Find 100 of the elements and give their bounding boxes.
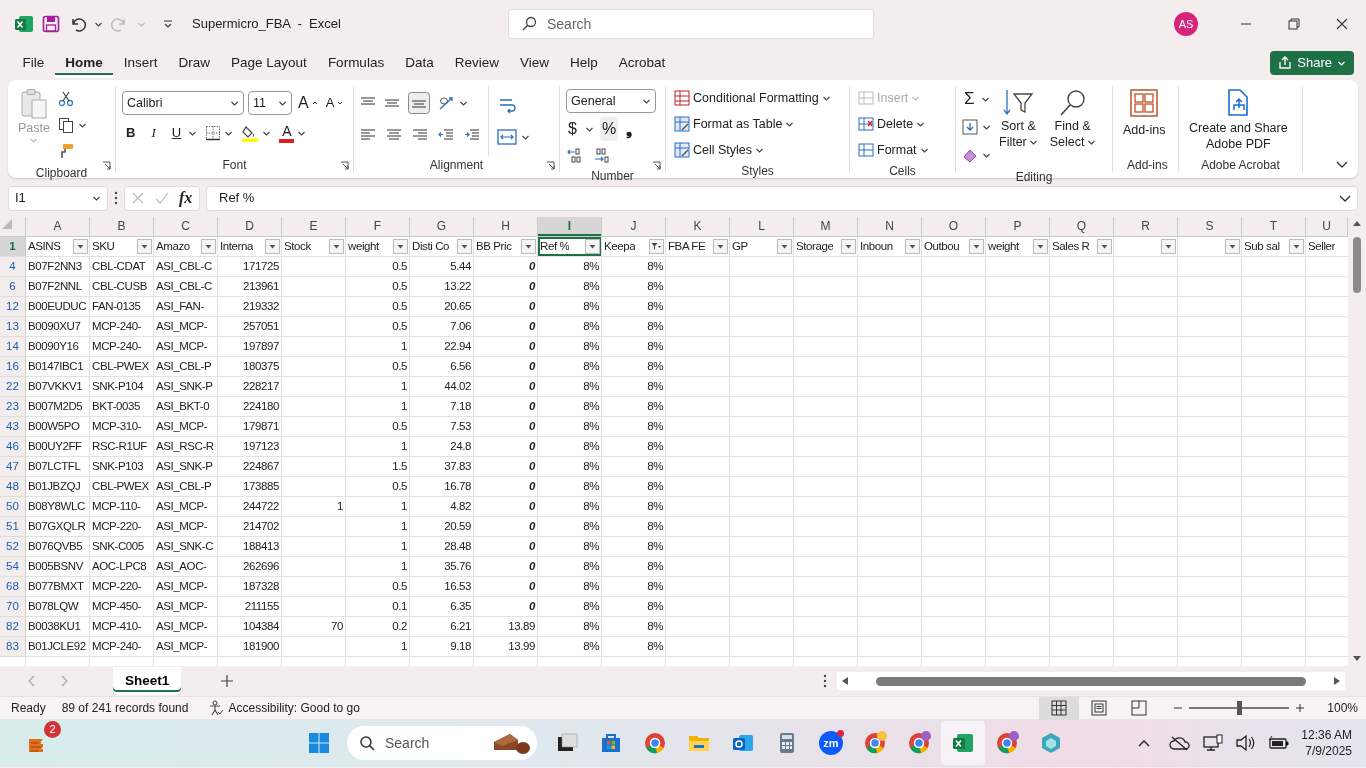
filter-button[interactable] (521, 239, 536, 254)
column-header[interactable]: F (346, 217, 410, 237)
create-pdf-button[interactable]: Create and Share Adobe PDF (1185, 86, 1292, 156)
insert-function-button[interactable]: fx (179, 186, 193, 210)
zoom-in-icon[interactable] (1295, 703, 1306, 713)
taskbar-search[interactable]: Search (347, 726, 537, 760)
status-text[interactable]: Accessibility: Good to go (228, 699, 360, 717)
scroll-left-icon[interactable] (841, 676, 850, 686)
clock[interactable]: 12:36 AM 7/9/2025 (1301, 727, 1366, 759)
filter-button[interactable] (649, 239, 664, 254)
font-size-dropdown[interactable]: 11 (248, 91, 292, 115)
dialog-launcher-icon[interactable] (102, 161, 111, 170)
formula-input[interactable]: Ref % (206, 185, 1358, 211)
sort-filter-button[interactable]: Sort & Filter (995, 86, 1042, 168)
bold-button[interactable]: B (122, 121, 140, 145)
filter-button[interactable] (265, 239, 280, 254)
column-header[interactable]: S (1178, 217, 1242, 237)
ribbon-tab[interactable]: Insert (113, 48, 169, 78)
autosum-button[interactable]: Σ (962, 87, 977, 111)
filter-button[interactable] (1097, 239, 1112, 254)
browser-icon[interactable] (995, 731, 1019, 755)
styles-menu-button[interactable]: Format as Table (672, 112, 797, 136)
filter-button[interactable] (1289, 239, 1304, 254)
column-header[interactable]: O (922, 217, 986, 237)
ribbon-tab[interactable]: Data (394, 48, 445, 78)
font-name-dropdown[interactable]: Calibri (122, 91, 244, 115)
fill-color-icon[interactable] (241, 124, 260, 142)
column-header[interactable]: G (410, 217, 474, 237)
decrease-decimal-icon[interactable] (594, 147, 612, 165)
orientation-icon[interactable] (438, 95, 456, 111)
more-options-icon[interactable] (823, 674, 828, 688)
column-header[interactable]: T (1242, 217, 1306, 237)
percent-button[interactable]: % (599, 117, 619, 141)
filter-button[interactable] (1161, 239, 1176, 254)
network-icon[interactable] (1203, 734, 1224, 752)
battery-icon[interactable] (1267, 735, 1290, 751)
save-icon[interactable] (42, 15, 60, 33)
zoom-slider-thumb[interactable] (1237, 701, 1243, 715)
browser-icon[interactable] (863, 731, 887, 755)
dialog-launcher-icon[interactable] (652, 161, 661, 170)
sheet-tab[interactable]: Sheet1 (113, 667, 182, 695)
start-icon[interactable] (308, 732, 330, 754)
font-color-button[interactable]: A (279, 123, 295, 143)
accessibility-icon[interactable] (208, 700, 225, 716)
filter-button[interactable] (905, 239, 920, 254)
column-header[interactable]: E (282, 217, 346, 237)
scrollbar-thumb[interactable] (876, 676, 1307, 686)
spreadsheet-icon[interactable] (951, 731, 975, 755)
grow-font-button[interactable]: A (296, 91, 320, 115)
name-box[interactable]: I1 (8, 185, 108, 211)
number-format-dropdown[interactable]: General (566, 89, 656, 113)
ribbon-tab[interactable]: Formulas (317, 48, 395, 78)
filter-button[interactable] (1225, 239, 1240, 254)
user-avatar[interactable]: AS (1174, 12, 1198, 36)
filter-button[interactable] (969, 239, 984, 254)
scroll-up-icon[interactable] (1352, 219, 1362, 227)
column-header[interactable]: C (154, 217, 218, 237)
dialog-launcher-icon[interactable] (546, 161, 555, 170)
column-header[interactable]: M (794, 217, 858, 237)
search-field[interactable]: Search (508, 9, 874, 39)
close-icon[interactable] (1336, 18, 1348, 30)
browser-icon[interactable] (907, 731, 931, 755)
filter-button[interactable] (329, 239, 344, 254)
filter-button[interactable] (457, 239, 472, 254)
filter-button[interactable] (585, 239, 600, 254)
column-header[interactable]: P (986, 217, 1050, 237)
fill-down-icon[interactable] (962, 119, 978, 135)
ribbon-tab[interactable]: Help (559, 48, 609, 78)
italic-button[interactable]: I (147, 121, 160, 145)
scrollbar-thumb[interactable] (1353, 237, 1361, 293)
restore-icon[interactable] (1288, 18, 1300, 30)
align-left-icon[interactable] (360, 127, 376, 143)
add-ins-button[interactable]: Add-ins (1119, 86, 1170, 156)
view-button[interactable] (1039, 696, 1080, 720)
filter-button[interactable] (841, 239, 856, 254)
shrink-font-button[interactable]: A (323, 91, 346, 115)
currency-button[interactable]: $ (566, 117, 579, 141)
scroll-right-icon[interactable] (1333, 676, 1342, 686)
align-bottom-icon[interactable] (408, 92, 430, 114)
ribbon-tab[interactable]: File (12, 48, 55, 78)
cloud-offline-icon[interactable] (1169, 735, 1192, 751)
styles-menu-button[interactable]: Conditional Formatting (672, 86, 833, 110)
underline-button[interactable]: U (167, 121, 186, 145)
find-select-button[interactable]: Find & Select (1045, 86, 1100, 168)
column-header[interactable]: R (1114, 217, 1178, 237)
column-header[interactable]: Q (1050, 217, 1114, 237)
add-sheet-icon[interactable] (221, 675, 234, 687)
filter-button[interactable] (201, 239, 216, 254)
column-header[interactable]: H (474, 217, 538, 237)
column-header[interactable]: U (1306, 217, 1348, 237)
zoom-level[interactable]: 100% (1327, 699, 1358, 717)
ribbon-tab[interactable]: Draw (168, 48, 221, 78)
comma-style-button[interactable]: ❟ (624, 117, 635, 141)
ribbon-tab[interactable]: Review (444, 48, 510, 78)
align-right-icon[interactable] (412, 127, 428, 143)
filter-button[interactable] (73, 239, 88, 254)
cells-menu-button[interactable]: Format (856, 138, 948, 162)
filter-button[interactable] (393, 239, 408, 254)
dialog-launcher-icon[interactable] (340, 161, 349, 170)
scroll-down-icon[interactable] (1352, 655, 1362, 663)
